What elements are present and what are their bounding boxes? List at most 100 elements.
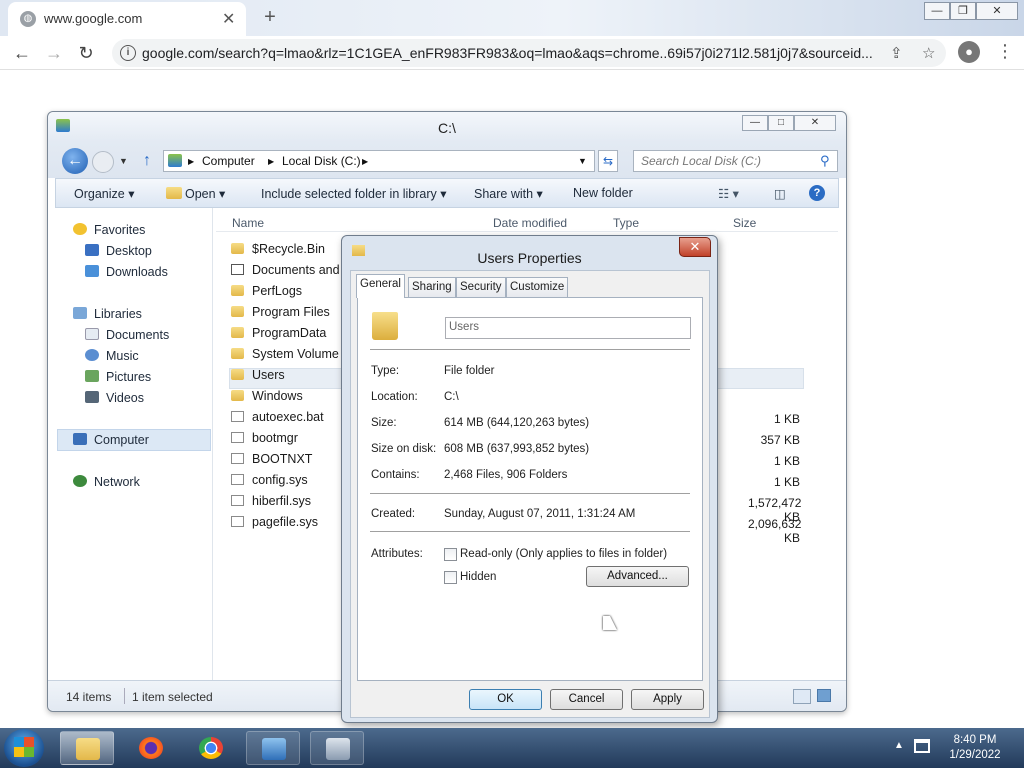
open-button[interactable]: Open ▾	[185, 186, 225, 201]
taskbar-firefox[interactable]	[124, 731, 178, 765]
nav-music-label: Music	[106, 349, 139, 363]
new-tab-button[interactable]: +	[258, 6, 282, 30]
nav-libraries[interactable]: Libraries	[73, 307, 142, 321]
apply-button[interactable]: Apply	[631, 689, 704, 710]
tab-general[interactable]: General	[356, 274, 405, 298]
folder-name-input[interactable]: Users	[445, 317, 691, 339]
nav-desktop[interactable]: Desktop	[85, 244, 152, 258]
back-arrow-icon[interactable]: ←	[62, 148, 88, 174]
explorer-search-input[interactable]: Search Local Disk (C:) ⚲	[633, 150, 838, 172]
preview-pane-icon[interactable]: ◫	[774, 186, 786, 201]
tab-customize[interactable]: Customize	[506, 277, 569, 297]
column-type[interactable]: Type	[613, 216, 639, 230]
organize-button[interactable]: Organize ▾	[74, 186, 134, 201]
search-icon[interactable]: ⚲	[820, 153, 830, 169]
address-dropdown-icon[interactable]: ▼	[578, 156, 587, 166]
details-view-icon[interactable]	[793, 689, 811, 704]
nav-libraries-label: Libraries	[94, 307, 142, 321]
nav-computer-label: Computer	[94, 433, 149, 447]
nav-favorites[interactable]: Favorites	[73, 223, 145, 237]
recent-pages-dropdown-icon[interactable]: ▼	[119, 156, 128, 166]
back-icon[interactable]: ←	[10, 42, 34, 64]
file-name: ProgramData	[252, 326, 327, 340]
close-tab-icon[interactable]: ✕	[222, 9, 235, 29]
breadcrumb-arrow-icon[interactable]: ▶	[268, 157, 274, 166]
command-bar: Organize ▾ Open ▾ Include selected folde…	[55, 178, 839, 208]
explorer-maximize-button[interactable]: □	[768, 115, 794, 131]
nav-network-label: Network	[94, 475, 140, 489]
hidden-checkbox[interactable]	[444, 571, 457, 584]
type-label: Type:	[371, 365, 400, 377]
url-text[interactable]: google.com/search?q=lmao&rlz=1C1GEA_enFR…	[142, 45, 882, 61]
nav-documents-label: Documents	[106, 328, 170, 342]
address-bar[interactable]: i google.com/search?q=lmao&rlz=1C1GEA_en…	[112, 39, 946, 67]
nav-videos[interactable]: Videos	[85, 391, 144, 405]
advanced-button[interactable]: Advanced...	[586, 566, 689, 587]
breadcrumb-local-disk[interactable]: Local Disk (C:)	[282, 154, 361, 168]
refresh-icon[interactable]: ⇆	[598, 150, 618, 172]
windows-logo-icon	[14, 737, 34, 757]
account-avatar-icon[interactable]: ●	[958, 41, 980, 63]
nav-computer[interactable]: Computer	[73, 433, 149, 447]
nav-network[interactable]: Network	[73, 475, 140, 489]
contains-value: 2,468 Files, 906 Folders	[444, 469, 568, 481]
explorer-address-row: ← ▼ ↑ ▶ Computer ▶ Local Disk (C:) ▶ ▼ ⇆…	[48, 142, 846, 178]
network-tray-icon[interactable]	[914, 739, 930, 753]
taskbar-control-panel[interactable]	[246, 731, 300, 765]
file-name: pagefile.sys	[252, 515, 319, 529]
browser-tab[interactable]: ◍ www.google.com ✕	[8, 2, 246, 36]
explorer-close-button[interactable]: ✕	[794, 115, 836, 131]
cancel-button[interactable]: Cancel	[550, 689, 623, 710]
window-close-button[interactable]: ✕	[976, 2, 1018, 20]
system-clock[interactable]: 8:40 PM 1/29/2022	[940, 733, 1010, 763]
hidden-label[interactable]: Hidden	[460, 571, 496, 583]
forward-arrow-icon[interactable]	[92, 151, 114, 173]
share-icon[interactable]: ⇪	[890, 44, 903, 62]
up-arrow-icon[interactable]: ↑	[143, 152, 151, 170]
divider	[370, 493, 690, 494]
file-size: 2,096,632 KB	[748, 517, 802, 545]
help-icon[interactable]: ?	[809, 185, 825, 201]
window-minimize-button[interactable]: —	[924, 2, 950, 20]
share-with-button[interactable]: Share with ▾	[474, 186, 543, 201]
explorer-address-bar[interactable]: ▶ Computer ▶ Local Disk (C:) ▶ ▼	[163, 150, 595, 172]
ok-button[interactable]: OK	[469, 689, 542, 710]
bookmark-star-icon[interactable]: ☆	[922, 44, 935, 62]
readonly-label[interactable]: Read-only (Only applies to files in fold…	[460, 548, 667, 560]
taskbar-task-manager[interactable]	[310, 731, 364, 765]
start-button[interactable]	[4, 729, 44, 767]
libraries-icon	[73, 307, 87, 319]
nav-documents[interactable]: Documents	[85, 328, 169, 342]
readonly-checkbox[interactable]	[444, 548, 457, 561]
new-folder-button[interactable]: New folder	[573, 186, 633, 200]
window-restore-button[interactable]: ❐	[950, 2, 976, 20]
explorer-minimize-button[interactable]: —	[742, 115, 768, 131]
view-options-icon[interactable]: ☷ ▾	[718, 186, 739, 201]
folder-name-value[interactable]: Users	[449, 321, 479, 333]
breadcrumb-computer[interactable]: Computer	[202, 154, 255, 168]
taskbar-chrome[interactable]	[184, 731, 238, 765]
column-name[interactable]: Name	[232, 216, 264, 230]
browser-menu-icon[interactable]: ⋮	[996, 41, 1014, 62]
nav-pictures[interactable]: Pictures	[85, 370, 151, 384]
browser-tab-strip: ◍ www.google.com ✕ + — ❐ ✕	[0, 0, 1024, 36]
show-hidden-icons[interactable]: ▲	[894, 740, 904, 751]
forward-icon[interactable]: →	[42, 42, 66, 64]
include-library-button[interactable]: Include selected folder in library ▾	[261, 186, 447, 201]
column-date-modified[interactable]: Date modified	[493, 216, 567, 230]
nav-downloads[interactable]: Downloads	[85, 265, 168, 279]
site-info-icon[interactable]: i	[120, 45, 136, 61]
file-size: 1 KB	[773, 412, 800, 426]
tab-sharing[interactable]: Sharing	[408, 277, 456, 297]
reload-icon[interactable]: ↻	[74, 42, 98, 64]
nav-music[interactable]: Music	[85, 349, 139, 363]
tab-security[interactable]: Security	[456, 277, 506, 297]
file-icon	[231, 474, 244, 485]
dialog-close-button[interactable]: ✕	[679, 237, 711, 257]
breadcrumb-arrow-icon[interactable]: ▶	[362, 157, 368, 166]
large-icons-view-icon[interactable]	[817, 689, 831, 702]
breadcrumb-arrow-icon[interactable]: ▶	[188, 157, 194, 166]
taskbar-explorer[interactable]	[60, 731, 114, 765]
column-size[interactable]: Size	[733, 216, 756, 230]
column-header-row: Name Date modified Type Size	[216, 208, 838, 232]
